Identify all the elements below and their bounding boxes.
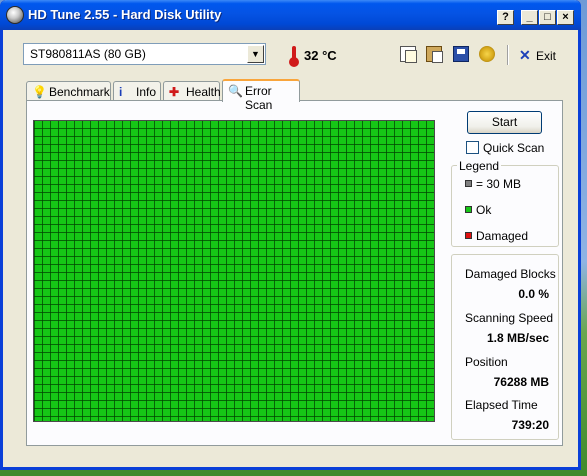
toolbar: ST980811AS (80 GB) ▼ 32 °C ✕ Exit: [23, 43, 563, 71]
paste-icon[interactable]: [426, 46, 443, 63]
drive-select-value: ST980811AS (80 GB): [30, 47, 146, 61]
start-button[interactable]: Start: [467, 111, 542, 134]
damaged-swatch: [465, 232, 472, 239]
chevron-down-icon[interactable]: ▼: [247, 45, 264, 63]
close-button[interactable]: ×: [557, 10, 574, 25]
quick-scan-checkbox[interactable]: [466, 141, 479, 154]
save-icon[interactable]: [453, 46, 469, 62]
legend-title: Legend: [457, 159, 502, 173]
help-button[interactable]: ?: [497, 10, 514, 25]
tab-label: Health: [186, 85, 221, 99]
scan-stats-group: [451, 254, 559, 440]
tab-label: Benchmark: [49, 85, 110, 99]
toolbar-separator: [507, 45, 509, 65]
tab-benchmark[interactable]: 💡 Benchmark: [26, 81, 111, 101]
scanning-speed-label: Scanning Speed: [465, 311, 554, 325]
ok-swatch: [465, 206, 472, 213]
title-bar[interactable]: HD Tune 2.55 - Hard Disk Utility ? _ □ ×: [0, 0, 581, 30]
minimize-button[interactable]: _: [521, 10, 538, 25]
elapsed-time-value: 739:20: [511, 418, 549, 432]
legend-block-size: = 30 MB: [476, 177, 522, 191]
position-label: Position: [465, 355, 508, 369]
health-icon: ✚: [169, 85, 180, 99]
tab-health[interactable]: ✚ Health: [163, 81, 221, 101]
elapsed-time-label: Elapsed Time: [465, 398, 538, 412]
damaged-blocks-value: 0.0 %: [518, 287, 549, 301]
benchmark-icon: 💡: [32, 85, 47, 99]
scanning-speed-value: 1.8 MB/sec: [486, 331, 549, 345]
hd-tune-app-icon: [6, 6, 24, 24]
tab-label: Error Scan: [245, 84, 273, 112]
exit-icon[interactable]: ✕: [519, 47, 531, 64]
copy-icon[interactable]: [400, 46, 417, 63]
window-title: HD Tune 2.55 - Hard Disk Utility: [28, 7, 222, 22]
temperature-readout: 32 °C: [304, 48, 337, 63]
legend-ok: Ok: [476, 203, 492, 217]
error-scan-icon: 🔍: [228, 84, 243, 98]
position-value: 76288 MB: [493, 375, 549, 389]
drive-select[interactable]: ST980811AS (80 GB) ▼: [23, 43, 266, 65]
legend-damaged: Damaged: [476, 229, 529, 243]
options-icon[interactable]: [479, 46, 495, 62]
damaged-blocks-label: Damaged Blocks: [465, 267, 556, 281]
quick-scan-label: Quick Scan: [483, 141, 545, 155]
thermometer-icon: [289, 46, 299, 67]
tab-error-scan[interactable]: 🔍 Error Scan: [222, 79, 300, 112]
scan-block-map: [33, 120, 435, 422]
maximize-button[interactable]: □: [539, 10, 556, 25]
block-size-swatch: [465, 180, 472, 187]
tab-info[interactable]: i Info: [113, 81, 161, 101]
exit-button[interactable]: Exit: [536, 49, 556, 63]
tab-label: Info: [136, 85, 157, 99]
info-icon: i: [119, 85, 123, 99]
